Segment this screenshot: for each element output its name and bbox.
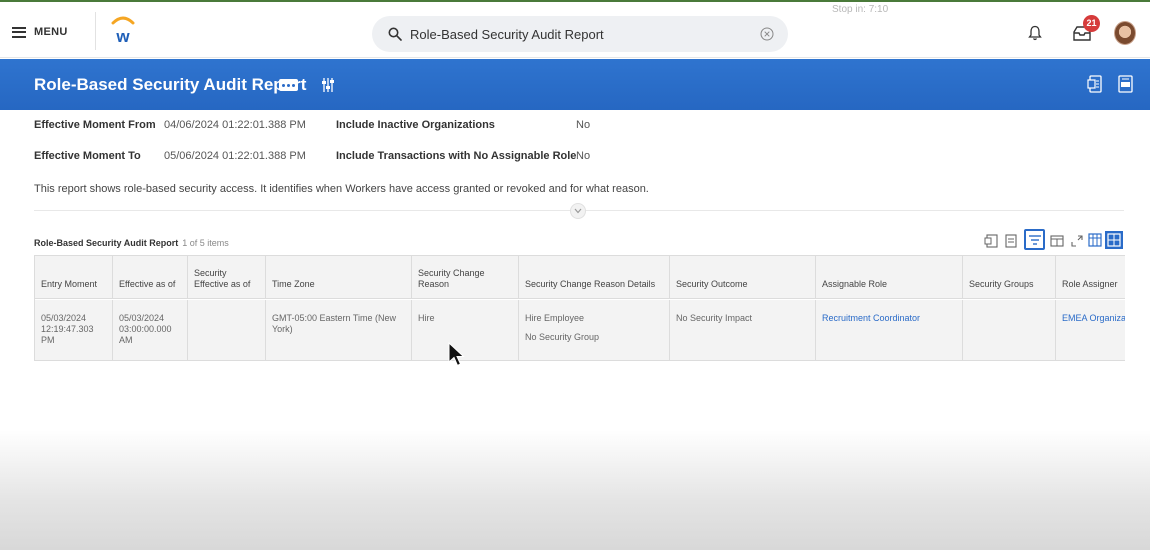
notification-badge: 21 xyxy=(1083,15,1100,32)
fullscreen-icon[interactable] xyxy=(1070,234,1084,248)
role-assigner-link[interactable]: EMEA Organiza xyxy=(1062,313,1125,324)
bell-icon[interactable] xyxy=(1028,25,1042,41)
column-header[interactable]: Security Change Reason Details xyxy=(519,256,670,298)
search-input[interactable] xyxy=(410,26,730,42)
dot-icon xyxy=(282,83,285,87)
column-header[interactable]: Role Assigner xyxy=(1056,256,1125,298)
filter-settings-icon[interactable] xyxy=(321,76,335,94)
export-pdf-icon[interactable] xyxy=(1004,234,1018,248)
column-header[interactable]: Security Change Reason xyxy=(412,256,519,298)
mouse-cursor-icon xyxy=(448,342,465,367)
grid-item-count: 1 of 5 items xyxy=(182,238,229,248)
report-description: This report shows role-based security ac… xyxy=(34,183,649,195)
filter-icon xyxy=(1029,235,1041,245)
related-actions-button[interactable] xyxy=(279,79,298,91)
security-outcome-value: No Security Impact xyxy=(676,313,753,323)
column-header-label: Security Outcome xyxy=(676,279,748,289)
session-timer: Stop in: 7:10 xyxy=(832,4,889,15)
grid-title-text: Role-Based Security Audit Report xyxy=(34,238,179,248)
column-header-label: Time Zone xyxy=(272,279,315,289)
clear-search-icon[interactable] xyxy=(760,27,774,41)
export-excel-icon[interactable] xyxy=(984,234,998,248)
view-columns-icon[interactable] xyxy=(1050,234,1064,248)
column-header-label: Security Change Reason Details xyxy=(525,279,656,289)
page-title: Role-Based Security Audit Report xyxy=(34,75,307,94)
grid-view-icon[interactable] xyxy=(1105,231,1123,249)
param-value: No xyxy=(576,119,591,131)
column-header[interactable]: Security Effective as of xyxy=(188,256,266,298)
reason-details-line: No Security Group xyxy=(525,332,600,342)
column-header[interactable]: Entry Moment xyxy=(35,256,113,298)
param-value: 04/06/2024 01:22:01.388 PM xyxy=(164,119,306,131)
expand-toggle[interactable] xyxy=(570,203,586,219)
column-header-label: Entry Moment xyxy=(41,279,98,289)
reason-details-cell: Hire Employee No Security Group xyxy=(525,313,663,343)
param-row: Effective Moment From 04/06/2024 01:22:0… xyxy=(34,119,634,133)
table-cell xyxy=(963,300,1056,360)
export-pdf-icon[interactable] xyxy=(1118,75,1133,93)
assignable-role-link[interactable]: Recruitment Coordinator xyxy=(822,313,956,324)
column-header-label: Security Change Reason xyxy=(418,268,485,289)
effective-as-of-value: 05/03/2024 03:00:00.000 AM xyxy=(119,313,172,345)
hamburger-icon xyxy=(12,26,26,38)
table-cell: 05/03/2024 03:00:00.000 AM xyxy=(113,300,188,360)
menu-button[interactable]: MENU xyxy=(12,20,68,44)
grid-title: Role-Based Security Audit Report 1 of 5 i… xyxy=(34,238,229,248)
top-app-bar: MENU w Stop in: 7:10 21 xyxy=(0,0,1150,58)
column-header-label: Security Groups xyxy=(969,279,1034,289)
table-cell: Hire Employee No Security Group xyxy=(519,300,670,360)
column-header-label: Role Assigner xyxy=(1062,279,1118,289)
param-label: Include Inactive Organizations xyxy=(336,119,495,131)
dot-icon xyxy=(292,83,295,87)
reason-details-line: Hire Employee xyxy=(525,313,585,323)
column-header-label: Assignable Role xyxy=(822,279,888,289)
report-header: Role-Based Security Audit Report xyxy=(0,59,1150,110)
table-cell: 05/03/2024 12:19:47.303 PM xyxy=(35,300,113,360)
param-label: Effective Moment From xyxy=(34,119,156,131)
param-value: 05/06/2024 01:22:01.388 PM xyxy=(164,150,306,162)
chevron-down-icon xyxy=(574,208,582,214)
table-header: Entry Moment Effective as of Security Ef… xyxy=(35,256,1125,299)
entry-moment-value: 05/03/2024 12:19:47.303 PM xyxy=(41,313,94,345)
column-header[interactable]: Time Zone xyxy=(266,256,412,298)
table-view-icon[interactable] xyxy=(1088,233,1102,247)
export-excel-icon[interactable] xyxy=(1087,75,1102,93)
param-label: Effective Moment To xyxy=(34,150,141,162)
svg-text:w: w xyxy=(115,27,130,46)
bottom-fade xyxy=(0,430,1150,550)
column-header[interactable]: Security Groups xyxy=(963,256,1056,298)
divider xyxy=(95,12,96,50)
param-row: Effective Moment To 05/06/2024 01:22:01.… xyxy=(34,150,634,164)
report-grid: Entry Moment Effective as of Security Ef… xyxy=(34,255,1125,361)
table-cell: GMT-05:00 Eastern Time (New York) xyxy=(266,300,412,360)
table-cell: EMEA Organiza xyxy=(1056,300,1125,360)
table-cell xyxy=(188,300,266,360)
column-header[interactable]: Assignable Role xyxy=(816,256,963,298)
table-row[interactable]: 05/03/2024 12:19:47.303 PM 05/03/2024 03… xyxy=(35,300,1125,360)
global-search[interactable] xyxy=(372,16,788,52)
change-reason-value: Hire xyxy=(418,313,435,323)
user-avatar[interactable] xyxy=(1114,21,1136,45)
dot-icon xyxy=(287,83,290,87)
table-cell: Recruitment Coordinator xyxy=(816,300,963,360)
param-label: Include Transactions with No Assignable … xyxy=(336,150,577,162)
menu-label: MENU xyxy=(34,26,68,38)
column-header-label: Security Effective as of xyxy=(194,268,251,289)
time-zone-value: GMT-05:00 Eastern Time (New York) xyxy=(272,313,397,334)
column-header[interactable]: Security Outcome xyxy=(670,256,816,298)
table-cell: No Security Impact xyxy=(670,300,816,360)
column-header[interactable]: Effective as of xyxy=(113,256,188,298)
param-value: No xyxy=(576,150,591,162)
search-icon xyxy=(388,27,402,41)
workday-logo-icon[interactable]: w xyxy=(108,14,138,46)
column-header-label: Effective as of xyxy=(119,279,176,289)
